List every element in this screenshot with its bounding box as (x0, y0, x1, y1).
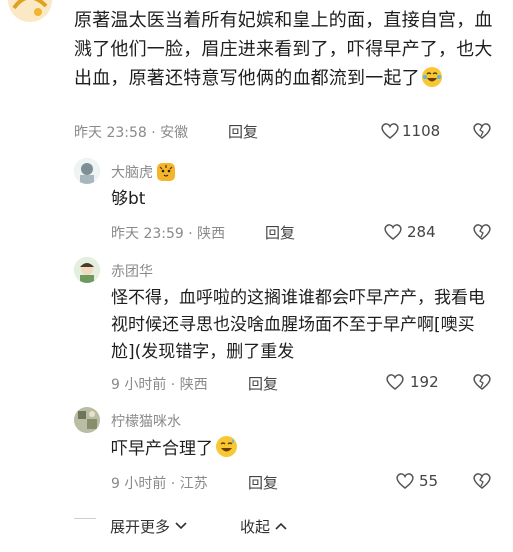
reply-reply-button[interactable]: 回复 (248, 472, 278, 493)
reply-avatar[interactable] (74, 158, 100, 184)
chevron-up-icon (275, 522, 287, 530)
reply-reply-button[interactable]: 回复 (265, 222, 295, 243)
reply-username: 大脑虎 (111, 162, 176, 182)
heart-icon[interactable] (380, 122, 400, 140)
expand-more-label: 展开更多 (110, 518, 171, 536)
top-comment-reply-button[interactable]: 回复 (228, 121, 258, 142)
broken-heart-icon[interactable] (472, 472, 492, 490)
top-comment-time: 昨天 23:58 · 安徽 (74, 125, 189, 141)
reply-time: 9 小时前 · 江苏 (111, 476, 208, 492)
reply-text: 怪不得，血呼啦的这搁谁谁都会吓早产产，我看电视时候还寻思也没啥血腥场面不至于早产… (111, 288, 485, 362)
reply-username: 柠檬猫咪水 (111, 414, 181, 430)
collapse-label: 收起 (240, 518, 271, 536)
avatar-image (74, 158, 100, 184)
broken-heart-icon[interactable] (472, 373, 492, 391)
reply-time: 昨天 23:59 · 陕西 (111, 226, 226, 242)
reply-like-count: 192 (410, 373, 439, 391)
heart-icon[interactable] (395, 472, 415, 490)
username-text: 大脑虎 (111, 165, 153, 181)
top-comment-like-count: 1108 (402, 122, 441, 140)
avatar-image (8, 0, 52, 22)
reply-body: 吓早产合理了 (111, 439, 213, 459)
chevron-down-icon (175, 522, 187, 530)
avatar-image (74, 407, 100, 433)
reply-text: 够bt (111, 189, 146, 209)
broken-heart-icon[interactable] (472, 122, 492, 140)
reply-username: 赤团华 (111, 264, 153, 280)
reply-text: 吓早产合理了 (111, 436, 237, 463)
crying-laughing-emoji (421, 67, 442, 87)
heart-icon[interactable] (385, 373, 405, 391)
avatar-image (74, 257, 100, 283)
reply-avatar[interactable] (74, 257, 100, 283)
reply-like-count: 55 (419, 472, 439, 490)
heart-icon[interactable] (383, 223, 403, 241)
reply-time: 9 小时前 · 陕西 (111, 377, 208, 393)
sweat-smile-emoji (216, 436, 237, 457)
tiger-emoji (157, 163, 176, 181)
collapse-button[interactable]: 收起 (240, 516, 287, 537)
divider (74, 518, 96, 519)
reply-like-count: 284 (407, 223, 436, 241)
broken-heart-icon[interactable] (472, 223, 492, 241)
expand-more-button[interactable]: 展开更多 (110, 516, 187, 537)
reply-reply-button[interactable]: 回复 (248, 373, 278, 394)
top-commenter-avatar[interactable] (8, 0, 52, 22)
top-comment-text: 原著温太医当着所有妃嫔和皇上的面，直接自宫，血溅了他们一脸，眉庄进来看到了，吓得… (74, 6, 494, 93)
reply-avatar[interactable] (74, 407, 100, 433)
